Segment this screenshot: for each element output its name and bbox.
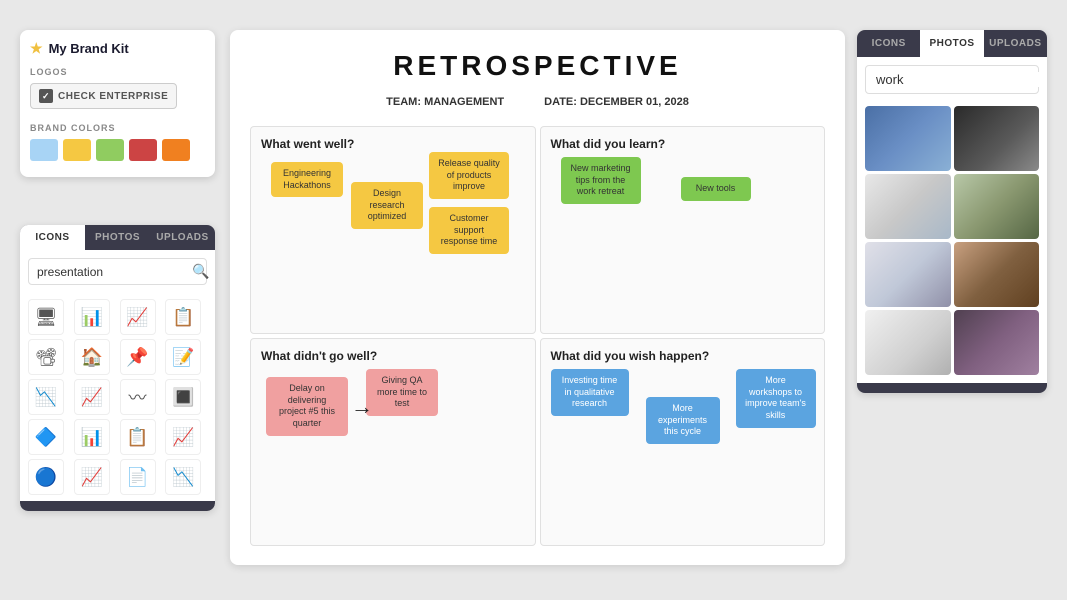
sticky-note[interactable]: New tools	[681, 177, 751, 201]
icon-item[interactable]: 🔳	[165, 379, 201, 415]
quadrant-went-well-title: What went well?	[261, 137, 525, 151]
sticky-note[interactable]: New marketing tips from the work retreat	[561, 157, 641, 204]
brand-kit-panel: ★ My Brand Kit LOGOS ✓ CHECK ENTERPRISE …	[20, 30, 215, 177]
photo-item-3[interactable]	[865, 174, 951, 239]
icon-item[interactable]: 📈	[120, 299, 156, 335]
icon-item[interactable]: 📉	[165, 459, 201, 495]
photo-item-1[interactable]	[865, 106, 951, 171]
brand-colors-row	[30, 139, 205, 161]
photo-image-5	[865, 242, 951, 307]
icon-item[interactable]: 🏠	[74, 339, 110, 375]
sticky-note[interactable]: Customer support response time	[429, 207, 509, 254]
meta-row: TEAM: MANAGEMENT DATE: DECEMBER 01, 2028	[250, 96, 825, 108]
icon-search-panel: ICONS PHOTOS UPLOADS 🔍 🖥 📊 📈 📋 📽 🏠 📌 📝 📉…	[20, 225, 215, 511]
photo-item-4[interactable]	[954, 174, 1040, 239]
team-value: MANAGEMENT	[424, 96, 504, 108]
quadrant-learn-title: What did you learn?	[551, 137, 815, 151]
photo-item-2[interactable]	[954, 106, 1040, 171]
icon-item[interactable]: 📊	[74, 419, 110, 455]
quadrant-didnt-go-well-title: What didn't go well?	[261, 349, 525, 363]
icon-item[interactable]: 📈	[74, 379, 110, 415]
date-label: DATE:	[544, 96, 577, 108]
quadrant-wish: What did you wish happen? Investing time…	[540, 338, 826, 546]
icon-search-row: 🔍	[28, 258, 207, 285]
tab-icons-right[interactable]: ICONS	[857, 30, 920, 57]
icon-item[interactable]: 📋	[165, 299, 201, 335]
color-swatch-2[interactable]	[63, 139, 91, 161]
checkmark-icon: ✓	[39, 89, 53, 103]
icon-item[interactable]: 📈	[165, 419, 201, 455]
photo-image-6	[954, 242, 1040, 307]
icon-item[interactable]: 📄	[120, 459, 156, 495]
icon-item[interactable]: 📽	[28, 339, 64, 375]
icon-panel-tabs: ICONS PHOTOS UPLOADS	[20, 225, 215, 250]
photo-item-6[interactable]	[954, 242, 1040, 307]
sticky-note[interactable]: Engineering Hackathons	[271, 162, 343, 197]
photo-image-4	[954, 174, 1040, 239]
icon-item[interactable]: 📝	[165, 339, 201, 375]
team-label: TEAM:	[386, 96, 421, 108]
quadrant-wish-title: What did you wish happen?	[551, 349, 815, 363]
quadrant-learn: What did you learn? New marketing tips f…	[540, 126, 826, 334]
sticky-note[interactable]: Release quality of products improve	[429, 152, 509, 199]
icon-item[interactable]: 📊	[74, 299, 110, 335]
quadrant-grid: What went well? Engineering Hackathons D…	[250, 126, 825, 546]
photo-image-2	[954, 106, 1040, 171]
sticky-note[interactable]: More experiments this cycle	[646, 397, 720, 444]
icon-item[interactable]: 🔷	[28, 419, 64, 455]
photo-search-input[interactable]	[876, 72, 1047, 87]
photo-item-7[interactable]	[865, 310, 951, 375]
icon-item[interactable]: 🔵	[28, 459, 64, 495]
photo-image-1	[865, 106, 951, 171]
search-icon[interactable]: 🔍	[192, 263, 209, 280]
icon-item[interactable]: 📉	[28, 379, 64, 415]
icon-search-input[interactable]	[37, 265, 192, 279]
sticky-note[interactable]: Delay on delivering project #5 this quar…	[266, 377, 348, 436]
retro-title: RETROSPECTIVE	[250, 50, 825, 82]
photo-grid	[857, 102, 1047, 383]
photo-image-3	[865, 174, 951, 239]
main-canvas: RETROSPECTIVE TEAM: MANAGEMENT DATE: DEC…	[230, 30, 845, 565]
right-panel-footer	[857, 383, 1047, 393]
icon-item[interactable]: 📋	[120, 419, 156, 455]
icon-item[interactable]: 📈	[74, 459, 110, 495]
color-swatch-3[interactable]	[96, 139, 124, 161]
brand-kit-header: ★ My Brand Kit	[30, 40, 205, 57]
icon-panel-footer	[20, 501, 215, 511]
color-swatch-4[interactable]	[129, 139, 157, 161]
sticky-note[interactable]: Design research optimized	[351, 182, 423, 229]
photo-item-8[interactable]	[954, 310, 1040, 375]
quadrant-went-well: What went well? Engineering Hackathons D…	[250, 126, 536, 334]
date-value: DECEMBER 01, 2028	[580, 96, 689, 108]
tab-uploads-left[interactable]: UPLOADS	[150, 225, 215, 250]
logos-label: LOGOS	[30, 67, 205, 77]
sticky-note[interactable]: More workshops to improve team's skills	[736, 369, 816, 428]
tab-photos-right[interactable]: PHOTOS	[920, 30, 983, 57]
tab-photos-left[interactable]: PHOTOS	[85, 225, 150, 250]
color-swatch-1[interactable]	[30, 139, 58, 161]
icon-item[interactable]: 〰	[120, 379, 156, 415]
right-search-row: 🔍	[865, 65, 1039, 94]
photo-image-7	[865, 310, 951, 375]
brand-colors-label: BRAND COLORS	[30, 123, 205, 133]
tab-uploads-right[interactable]: UPLOADS	[984, 30, 1047, 57]
sticky-note[interactable]: Investing time in qualitative research	[551, 369, 629, 416]
tab-icons[interactable]: ICONS	[20, 225, 85, 250]
quadrant-didnt-go-well: What didn't go well? Delay on delivering…	[250, 338, 536, 546]
icon-item[interactable]: 📌	[120, 339, 156, 375]
check-enterprise-button[interactable]: ✓ CHECK ENTERPRISE	[30, 83, 177, 109]
right-panel: ICONS PHOTOS UPLOADS 🔍	[857, 30, 1047, 393]
check-enterprise-label: CHECK ENTERPRISE	[58, 91, 168, 102]
team-meta: TEAM: MANAGEMENT	[386, 96, 504, 108]
color-swatch-5[interactable]	[162, 139, 190, 161]
icon-item[interactable]: 🖥	[28, 299, 64, 335]
brand-kit-title: My Brand Kit	[49, 41, 129, 56]
star-icon: ★	[30, 40, 43, 57]
photo-image-8	[954, 310, 1040, 375]
right-panel-tabs: ICONS PHOTOS UPLOADS	[857, 30, 1047, 57]
sticky-note[interactable]: Giving QA more time to test	[366, 369, 438, 416]
photo-item-5[interactable]	[865, 242, 951, 307]
icon-grid: 🖥 📊 📈 📋 📽 🏠 📌 📝 📉 📈 〰 🔳 🔷 📊 📋 📈 🔵 📈 📄 📉	[20, 293, 215, 501]
date-meta: DATE: DECEMBER 01, 2028	[544, 96, 689, 108]
